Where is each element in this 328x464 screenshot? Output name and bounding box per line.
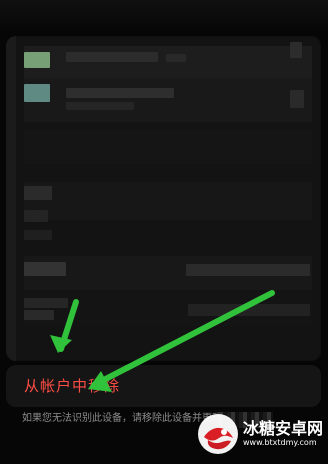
remove-from-account-button[interactable]: 从帐户中移除	[24, 375, 184, 397]
blurred-text-block	[24, 210, 48, 222]
device-settings-screen: 从帐户中移除 如果您无法识别此设备，请移除此设备并更改 冰糖安卓网 www.bt…	[0, 0, 328, 464]
blurred-text-block	[24, 298, 68, 308]
blurred-text-block	[24, 262, 66, 276]
blurred-text-block	[166, 54, 186, 62]
blurred-text-block	[24, 230, 52, 240]
helper-text-pixelation	[215, 412, 273, 428]
blurred-text-block	[66, 52, 158, 62]
blurred-device-details-card	[6, 36, 321, 361]
blurred-green-icon	[24, 52, 50, 68]
blurred-third-row	[24, 130, 312, 164]
mosaic-left-edge	[6, 36, 16, 361]
top-shadow-area	[0, 0, 328, 30]
blurred-edge-block	[290, 42, 302, 58]
blurred-fourth-row	[24, 182, 312, 220]
blurred-second-row	[24, 78, 312, 122]
blurred-teal-icon	[24, 84, 50, 102]
blurred-text-block	[186, 264, 310, 276]
watermark-url: www.btxtdmy.com	[243, 438, 317, 447]
blurred-text-block	[66, 102, 134, 110]
blurred-edge-block	[290, 90, 304, 108]
blurred-text-block	[188, 304, 310, 316]
blurred-text-block	[24, 186, 52, 200]
blurred-text-block	[24, 310, 54, 320]
blurred-text-block	[66, 88, 174, 98]
